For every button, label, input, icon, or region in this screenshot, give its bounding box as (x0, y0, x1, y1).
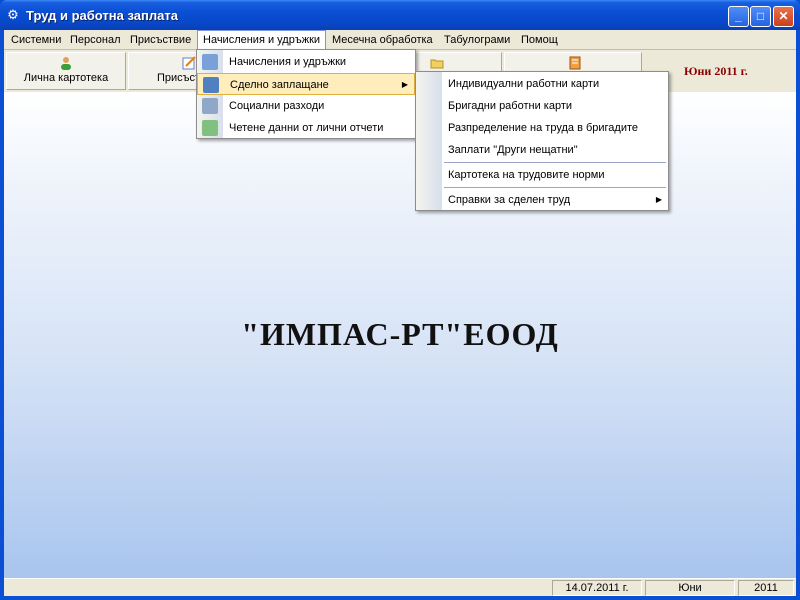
window-frame-bottom (0, 596, 800, 600)
menu-item-label: Сделно заплащане (230, 79, 329, 91)
minimize-button[interactable]: _ (728, 6, 749, 27)
menu-attendance[interactable]: Присъствие (125, 30, 196, 50)
menu-item-label: Четене данни от лични отчети (229, 122, 384, 134)
personal-file-label: Лична картотека (23, 72, 109, 84)
menu-item-labor-distribution[interactable]: Разпределение на труда в бригадите (416, 117, 668, 139)
current-period: Юни 2011 г. (684, 64, 748, 78)
menu-item-label: Индивидуални работни карти (448, 78, 600, 90)
menu-item-label: Картотека на трудовите норми (448, 169, 605, 181)
menu-item-label: Начисления и удръжки (229, 56, 347, 68)
book-icon (568, 56, 582, 70)
company-name: "ИМПАС-РТ"ЕООД (241, 316, 559, 352)
main-area: "ИМПАС-РТ"ЕООД (4, 92, 796, 578)
menu-charges-deductions[interactable]: Начисления и удръжки (197, 30, 327, 51)
menu-item-charges[interactable]: Начисления и удръжки (197, 51, 415, 73)
menu-item-read-reports[interactable]: Четене данни от лични отчети (197, 117, 415, 139)
menu-monthly-processing[interactable]: Месечна обработка (327, 30, 438, 50)
menu-item-label: Бригадни работни карти (448, 100, 573, 112)
menu-item-social-costs[interactable]: Социални разходи (197, 95, 415, 117)
menu-separator (444, 187, 666, 188)
menu-item-labor-norms[interactable]: Картотека на трудовите норми (416, 164, 668, 186)
submenu-arrow-icon: ▶ (401, 80, 408, 89)
menu-item-piecework-reports[interactable]: Справки за сделен труд ▶ (416, 189, 668, 211)
personal-file-button[interactable]: Лична картотека (6, 52, 126, 90)
menu-tabulograms[interactable]: Табулограми (439, 30, 515, 50)
piecework-submenu: Индивидуални работни карти Бригадни рабо… (415, 71, 669, 211)
status-month: Юни (645, 580, 735, 596)
people-icon (202, 98, 218, 114)
worker-icon (203, 77, 219, 93)
status-date: 14.07.2011 г. (552, 580, 642, 596)
menu-item-label: Разпределение на труда в бригадите (448, 122, 639, 134)
menu-systems[interactable]: Системни (6, 30, 66, 50)
menu-item-other-nonstaff-salaries[interactable]: Заплати "Други нещатни" (416, 139, 668, 161)
menu-item-label: Справки за сделен труд (448, 194, 571, 206)
menu-personnel[interactable]: Персонал (65, 30, 126, 50)
notepad-icon (182, 56, 196, 70)
menu-item-individual-cards[interactable]: Индивидуални работни карти (416, 73, 668, 95)
submenu-arrow-icon: ▶ (655, 195, 662, 204)
status-bar: 14.07.2011 г. Юни 2011 (4, 578, 796, 596)
charges-menu: Начисления и удръжки Сделно заплащане ▶ … (196, 49, 416, 139)
menu-item-label: Заплати "Други нещатни" (448, 144, 578, 156)
window-title: Труд и работна заплата (26, 8, 178, 23)
folder-icon (430, 56, 444, 70)
report-icon (202, 120, 218, 136)
menu-help[interactable]: Помощ (516, 30, 563, 50)
status-year: 2011 (738, 580, 794, 596)
menu-item-piecework[interactable]: Сделно заплащане ▶ (197, 73, 415, 95)
person-icon (59, 56, 73, 70)
gear-icon[interactable]: ⚙ (6, 8, 20, 22)
close-button[interactable]: ✕ (773, 6, 794, 27)
title-bar[interactable]: ⚙ Труд и работна заплата _ □ ✕ (0, 0, 800, 30)
menu-item-label: Социални разходи (229, 100, 325, 112)
maximize-button[interactable]: □ (750, 6, 771, 27)
menu-separator (444, 162, 666, 163)
menu-bar: Системни Персонал Присъствие Начисления … (4, 30, 796, 51)
calculator-icon (202, 54, 218, 70)
menu-item-brigade-cards[interactable]: Бригадни работни карти (416, 95, 668, 117)
